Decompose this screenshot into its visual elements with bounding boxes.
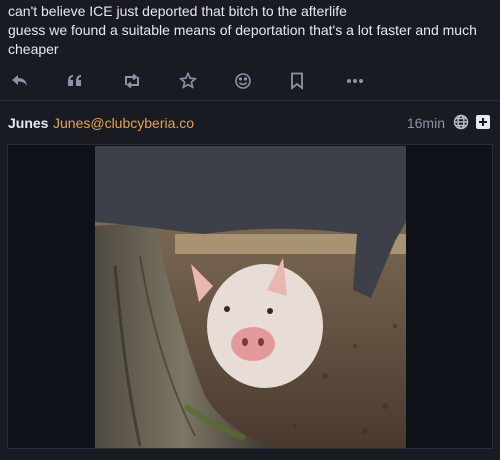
- post-line-1: can't believe ICE just deported that bit…: [8, 3, 347, 19]
- post-action-bar: [0, 64, 500, 98]
- author-handle[interactable]: Junes@clubcyberia.co: [53, 115, 194, 131]
- timestamp[interactable]: 16min: [407, 115, 445, 131]
- quote-icon[interactable]: [63, 71, 87, 91]
- more-icon[interactable]: [343, 71, 367, 91]
- status-divider: [0, 100, 500, 101]
- reply-header: Junes Junes@clubcyberia.co 16min: [0, 104, 500, 140]
- plus-square-icon[interactable]: [475, 114, 491, 130]
- pig-photo-illustration: [95, 146, 406, 448]
- attached-image[interactable]: [95, 146, 406, 448]
- post-content: can't believe ICE just deported that bit…: [8, 2, 498, 59]
- bookmark-icon[interactable]: [285, 71, 309, 91]
- post-line-2: guess we found a suitable means of depor…: [8, 22, 477, 57]
- author-name[interactable]: Junes: [8, 115, 48, 131]
- globe-icon: [453, 114, 469, 130]
- emoji-reaction-icon[interactable]: [231, 71, 255, 91]
- boost-icon[interactable]: [120, 71, 144, 91]
- reply-icon[interactable]: [8, 71, 32, 91]
- favourite-icon[interactable]: [176, 71, 200, 91]
